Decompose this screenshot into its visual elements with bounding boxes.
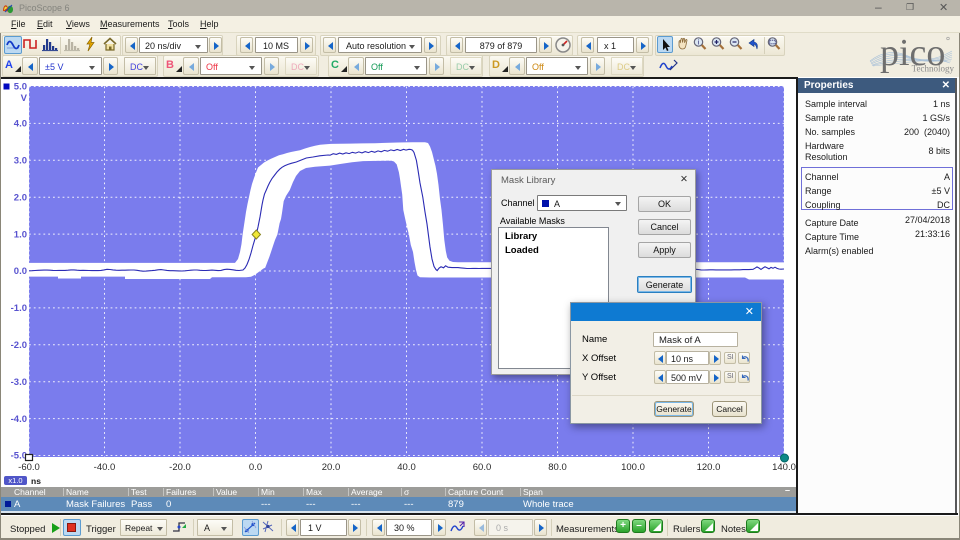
- svg-text:3.0: 3.0: [14, 156, 27, 167]
- svg-text:-60.0: -60.0: [18, 462, 40, 473]
- svg-text:1.0: 1.0: [14, 229, 27, 240]
- svg-text:ns: ns: [31, 476, 41, 486]
- svg-text:4.0: 4.0: [14, 119, 27, 130]
- svg-text:-40.0: -40.0: [94, 462, 116, 473]
- svg-text:Technology: Technology: [912, 64, 955, 74]
- svg-text:120.0: 120.0: [697, 462, 721, 473]
- svg-text:-4.0: -4.0: [11, 414, 27, 425]
- svg-text:20.0: 20.0: [322, 462, 341, 473]
- svg-text:-5.0: -5.0: [11, 451, 27, 462]
- svg-text:40.0: 40.0: [397, 462, 416, 473]
- svg-text:100.0: 100.0: [621, 462, 645, 473]
- svg-text:x1.0: x1.0: [8, 476, 22, 485]
- svg-text:-2.0: -2.0: [11, 340, 27, 351]
- svg-text:140.0: 140.0: [772, 462, 796, 473]
- svg-text:60.0: 60.0: [473, 462, 492, 473]
- svg-text:-3.0: -3.0: [11, 377, 27, 388]
- svg-text:-1.0: -1.0: [11, 303, 27, 314]
- svg-text:2.0: 2.0: [14, 192, 27, 203]
- svg-text:80.0: 80.0: [548, 462, 567, 473]
- svg-text:0.0: 0.0: [249, 462, 262, 473]
- svg-text:V: V: [21, 93, 28, 104]
- svg-text:-20.0: -20.0: [169, 462, 191, 473]
- svg-text:5.0: 5.0: [14, 82, 27, 93]
- svg-text:0.0: 0.0: [14, 266, 27, 277]
